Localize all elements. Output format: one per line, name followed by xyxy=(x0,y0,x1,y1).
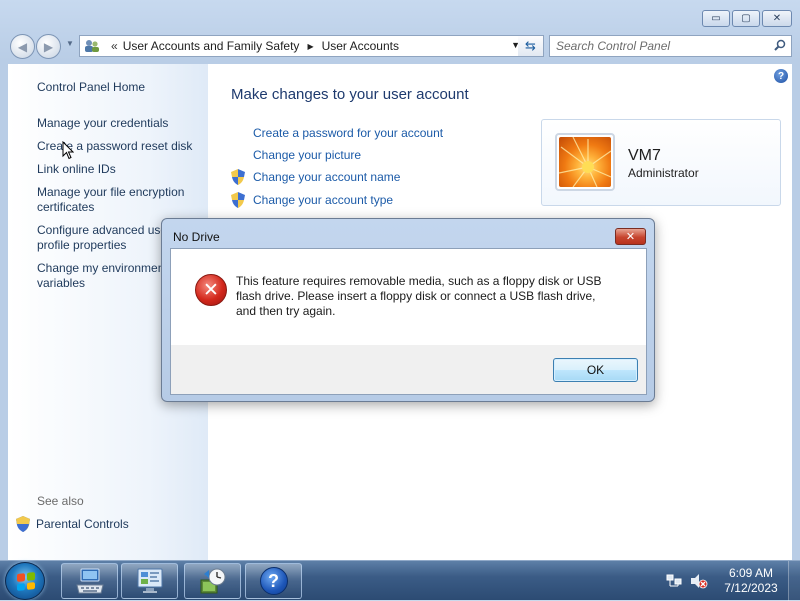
dialog-message-area: ✕ This feature requires removable media,… xyxy=(171,249,646,345)
forward-arrow-icon: ▶ xyxy=(43,39,54,54)
create-password-reset-disk-link[interactable]: Create a password reset disk xyxy=(37,139,192,154)
minimize-button[interactable]: ▭ xyxy=(702,10,730,27)
keyboard-computer-icon xyxy=(75,568,104,594)
dialog-footer: OK xyxy=(171,345,646,394)
caption-buttons: ▭ ▢ ✕ xyxy=(702,10,792,27)
help-icon[interactable]: ? xyxy=(774,69,788,83)
page-title: Make changes to your user account xyxy=(231,86,469,103)
task-label: Create a password for your account xyxy=(253,126,444,140)
close-icon: ✕ xyxy=(625,231,636,243)
change-account-type-link[interactable]: Change your account type xyxy=(231,192,394,208)
dialog-close-button[interactable]: ✕ xyxy=(615,228,646,245)
volume-muted-icon[interactable] xyxy=(690,573,708,589)
help-icon: ? xyxy=(259,567,288,595)
task-label: Change your picture xyxy=(253,148,362,162)
ok-button[interactable]: OK xyxy=(553,358,638,382)
user-picture[interactable] xyxy=(555,133,615,191)
parental-controls-label: Parental Controls xyxy=(36,517,129,531)
taskbar-backup-restore-button[interactable] xyxy=(184,563,241,599)
recent-pages-dropdown-icon[interactable]: ▼ xyxy=(66,39,74,48)
manage-file-encryption-link[interactable]: Manage your file encryption certificates xyxy=(37,185,207,215)
flower-avatar-icon xyxy=(559,137,611,187)
user-account-card: VM7 Administrator xyxy=(541,119,781,206)
uac-shield-icon xyxy=(16,516,30,532)
refresh-icon: ⇆ xyxy=(525,38,536,53)
windows-logo-icon xyxy=(17,572,35,591)
see-also-heading: See also xyxy=(37,494,84,508)
refresh-button[interactable]: ⇆ xyxy=(518,35,544,57)
dialog-message: This feature requires removable media, s… xyxy=(236,274,602,318)
dialog-title: No Drive xyxy=(173,230,220,244)
control-panel-icon xyxy=(137,568,162,593)
manage-credentials-link[interactable]: Manage your credentials xyxy=(37,116,168,131)
system-clock[interactable]: 6:09 AM 7/12/2023 xyxy=(718,566,784,596)
backup-restore-icon xyxy=(200,568,225,594)
user-accounts-icon xyxy=(84,39,100,53)
create-password-link[interactable]: Create a password for your account xyxy=(253,126,443,140)
change-account-name-link[interactable]: Change your account name xyxy=(231,169,401,185)
clock-time: 6:09 AM xyxy=(728,566,774,580)
parental-controls-link[interactable]: Parental Controls xyxy=(16,516,129,532)
back-button[interactable]: ◀ xyxy=(10,34,35,59)
search-placeholder: Search Control Panel xyxy=(556,39,671,53)
taskbar-help-button[interactable]: ? xyxy=(245,563,302,599)
start-button[interactable] xyxy=(5,562,45,600)
no-drive-dialog: No Drive ✕ ✕ This feature requires remov… xyxy=(161,218,655,402)
forward-button[interactable]: ▶ xyxy=(36,34,61,59)
mouse-cursor-icon xyxy=(62,141,74,160)
back-arrow-icon: ◀ xyxy=(17,39,28,54)
task-label: Change your account type xyxy=(253,193,394,207)
change-picture-link[interactable]: Change your picture xyxy=(253,148,361,162)
link-online-ids-link[interactable]: Link online IDs xyxy=(37,162,116,177)
close-window-button[interactable]: ✕ xyxy=(762,10,792,27)
breadcrumb-user-accounts-family-safety[interactable]: User Accounts and Family Safety xyxy=(123,39,300,53)
breadcrumb-arrow-icon[interactable]: ▶ xyxy=(307,42,313,51)
breadcrumb-user-accounts[interactable]: User Accounts xyxy=(322,39,399,53)
error-icon: ✕ xyxy=(195,274,227,306)
maximize-button[interactable]: ▢ xyxy=(732,10,760,27)
show-desktop-button[interactable] xyxy=(788,561,800,601)
taskbar-keyboard-settings-button[interactable] xyxy=(61,563,118,599)
uac-shield-icon xyxy=(231,169,245,185)
control-panel-home-link[interactable]: Control Panel Home xyxy=(37,80,145,95)
task-label: Change your account name xyxy=(253,170,401,184)
navigation-bar: ◀ ▶ ▼ « User Accounts and Family Safety … xyxy=(8,33,792,59)
dialog-body: ✕ This feature requires removable media,… xyxy=(170,248,647,395)
network-icon[interactable] xyxy=(666,574,682,588)
address-bar[interactable]: « User Accounts and Family Safety ▶ User… xyxy=(79,35,525,57)
taskbar-control-panel-button[interactable] xyxy=(121,563,178,599)
uac-shield-icon xyxy=(231,192,245,208)
user-role: Administrator xyxy=(628,166,699,180)
clock-date: 7/12/2023 xyxy=(724,581,778,595)
search-input[interactable]: Search Control Panel xyxy=(549,35,792,57)
user-name: VM7 xyxy=(628,147,661,164)
breadcrumb-overflow-chevron[interactable]: « xyxy=(111,39,118,53)
search-icon[interactable] xyxy=(774,39,786,54)
taskbar: ? 6:09 AM 7/12/2023 xyxy=(0,560,800,601)
